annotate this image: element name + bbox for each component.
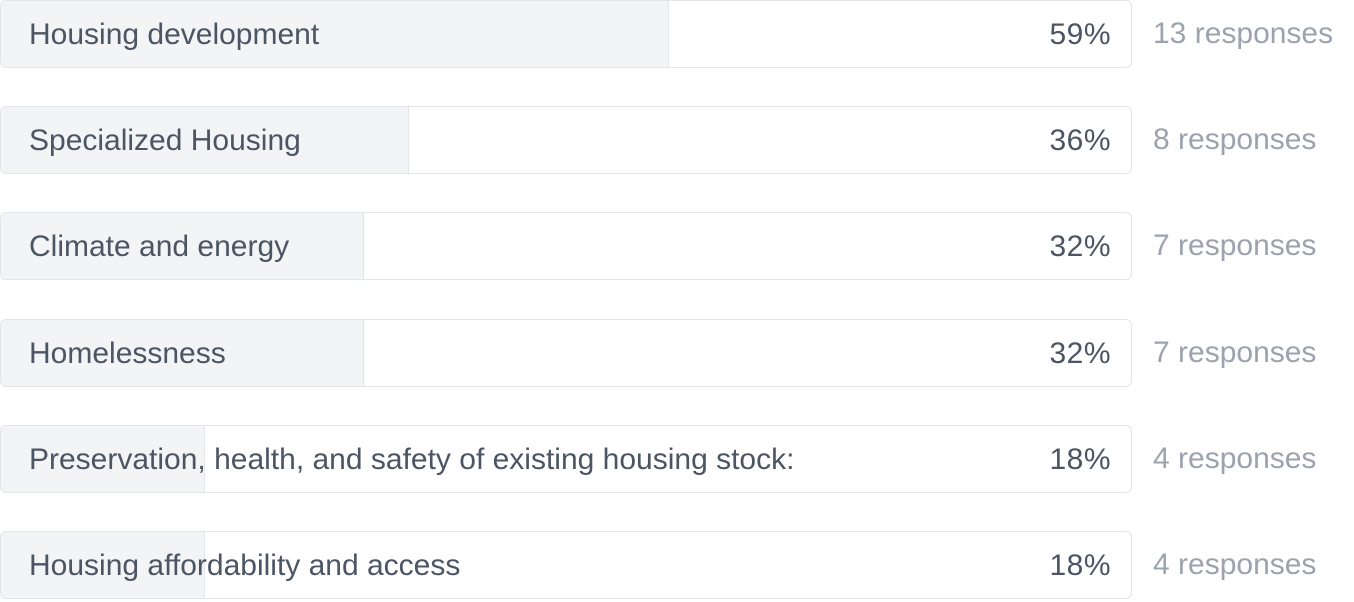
bar-label: Housing affordability and access: [29, 549, 461, 582]
response-count: 8 responses: [1153, 123, 1317, 156]
response-count: 7 responses: [1153, 229, 1317, 262]
bar-label: Preservation, health, and safety of exis…: [29, 443, 795, 476]
bar-row: Homelessness 32% 7 responses: [0, 319, 1354, 389]
bar-row: Specialized Housing 36% 8 responses: [0, 106, 1354, 176]
response-count: 7 responses: [1153, 336, 1317, 369]
bar-label: Homelessness: [29, 337, 226, 370]
response-count: 4 responses: [1153, 548, 1317, 581]
response-count: 4 responses: [1153, 442, 1317, 475]
bar-percentage: 18%: [1049, 549, 1111, 582]
bar-label: Housing development: [29, 18, 320, 51]
bar-track: Climate and energy 32%: [0, 212, 1132, 280]
bar-row: Housing development 59% 13 responses: [0, 0, 1354, 70]
bar-row: Housing affordability and access 18% 4 r…: [0, 531, 1354, 601]
response-count: 13 responses: [1153, 17, 1334, 50]
bar-track: Housing development 59%: [0, 0, 1132, 68]
bar-label: Climate and energy: [29, 230, 290, 263]
bar-row: Climate and energy 32% 7 responses: [0, 212, 1354, 282]
bar-label: Specialized Housing: [29, 124, 301, 157]
bar-percentage: 36%: [1049, 124, 1111, 157]
bar-track: Housing affordability and access 18%: [0, 531, 1132, 599]
bar-percentage: 18%: [1049, 443, 1111, 476]
bar-track: Specialized Housing 36%: [0, 106, 1132, 174]
bar-percentage: 32%: [1049, 337, 1111, 370]
bar-track: Preservation, health, and safety of exis…: [0, 425, 1132, 493]
bar-track: Homelessness 32%: [0, 319, 1132, 387]
bar-percentage: 59%: [1049, 18, 1111, 51]
bar-percentage: 32%: [1049, 230, 1111, 263]
bar-row: Preservation, health, and safety of exis…: [0, 425, 1354, 495]
